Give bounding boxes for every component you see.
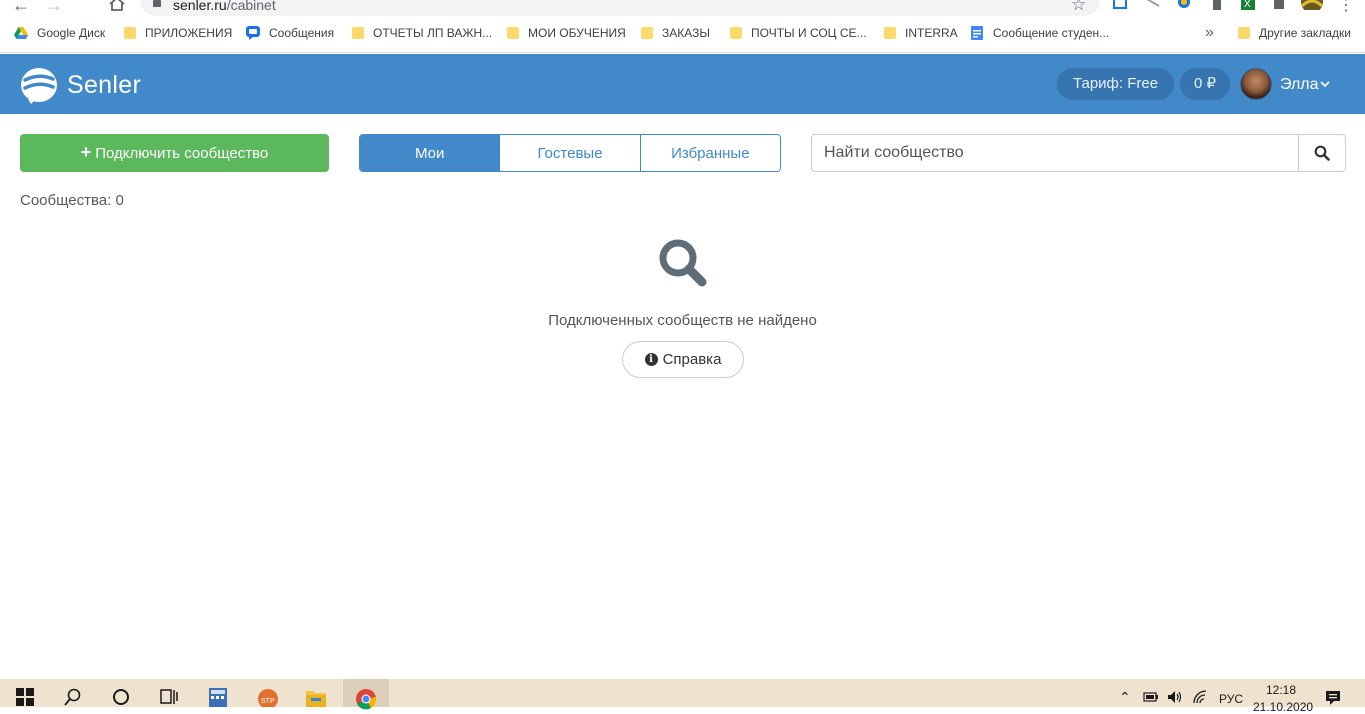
home-icon[interactable] bbox=[108, 0, 126, 16]
clock-time[interactable]: 12:18 bbox=[1266, 683, 1296, 697]
search-button[interactable] bbox=[1298, 135, 1345, 171]
folder-icon bbox=[124, 27, 136, 39]
bookmark-learning-folder[interactable]: МОИ ОБУЧЕНИЯ bbox=[507, 26, 626, 40]
search-input[interactable] bbox=[812, 135, 1298, 171]
tab-mine[interactable]: Мои bbox=[360, 135, 500, 171]
bookmark-messages[interactable]: Сообщения bbox=[246, 26, 334, 40]
bookmark-extension-icon[interactable] bbox=[1209, 0, 1225, 10]
help-button[interactable]: i Справка bbox=[622, 341, 744, 378]
extension-arrow-icon[interactable] bbox=[1145, 0, 1161, 10]
battery-icon[interactable] bbox=[1143, 691, 1159, 703]
tab-guest[interactable]: Гостевые bbox=[499, 135, 640, 171]
bookmarks-bar: Google Диск ПРИЛОЖЕНИЯ Сообщения ОТЧЕТЫ … bbox=[0, 18, 1365, 53]
notifications-icon[interactable] bbox=[1325, 690, 1341, 706]
clock-date[interactable]: 21.10.2020 bbox=[1253, 700, 1313, 714]
bookmark-label: Сообщения bbox=[269, 26, 335, 40]
media-player-app-icon[interactable]: STP bbox=[256, 679, 280, 707]
bookmark-label: МОИ ОБУЧЕНИЯ bbox=[528, 26, 626, 40]
back-arrow-icon[interactable]: ← bbox=[12, 0, 30, 16]
address-bar[interactable] bbox=[140, 0, 1100, 16]
bookmark-label: Google Диск bbox=[37, 26, 106, 40]
browser-menu-icon[interactable]: ⋮ bbox=[1338, 0, 1354, 15]
bookmark-label: ЗАКАЗЫ bbox=[662, 26, 710, 40]
senler-logo-icon[interactable] bbox=[20, 66, 58, 104]
language-indicator[interactable]: РУС bbox=[1219, 692, 1243, 706]
folder-icon bbox=[641, 27, 653, 39]
url-path: /cabinet bbox=[226, 0, 276, 13]
community-tabs: Мои Гостевые Избранные bbox=[359, 134, 781, 172]
bookmark-apps-folder[interactable]: ПРИЛОЖЕНИЯ bbox=[124, 26, 232, 40]
community-search bbox=[811, 134, 1346, 172]
bookmark-label: ПРИЛОЖЕНИЯ bbox=[145, 26, 233, 40]
lock-icon bbox=[153, 0, 161, 7]
google-docs-icon bbox=[971, 26, 983, 40]
chrome-app-icon[interactable] bbox=[353, 679, 379, 710]
bookmark-reports-folder[interactable]: ОТЧЕТЫ ЛП ВАЖН... bbox=[352, 26, 492, 40]
vpn-extension-icon[interactable] bbox=[1176, 0, 1192, 10]
folder-icon bbox=[352, 27, 364, 39]
help-label: Справка bbox=[662, 351, 722, 368]
bookmark-google-drive[interactable]: Google Диск bbox=[14, 26, 105, 40]
network-icon[interactable] bbox=[1192, 690, 1208, 704]
address-url[interactable]: senler.ru/cabinet bbox=[173, 0, 276, 13]
user-avatar[interactable] bbox=[1240, 68, 1272, 100]
calculator-app-icon[interactable] bbox=[206, 679, 230, 707]
tariff-button[interactable]: Тариф: Free bbox=[1057, 68, 1175, 100]
task-view-icon[interactable] bbox=[158, 679, 180, 707]
windows-taskbar: STP ⌃ РУС 12:18 21.10.2020 bbox=[0, 679, 1365, 714]
balance-button[interactable]: 0 ₽ bbox=[1180, 68, 1231, 100]
google-drive-icon bbox=[14, 27, 28, 39]
tray-expand-icon[interactable]: ⌃ bbox=[1119, 689, 1131, 706]
bookmarks-overflow-button[interactable]: » bbox=[1205, 24, 1214, 42]
folder-icon bbox=[884, 27, 896, 39]
file-explorer-app-icon[interactable] bbox=[304, 679, 328, 707]
bookmark-label: ПОЧТЫ И СОЦ СЕ... bbox=[751, 26, 867, 40]
svg-text:STP: STP bbox=[261, 698, 275, 705]
profile-avatar-icon[interactable] bbox=[1300, 0, 1324, 10]
chat-icon bbox=[246, 26, 260, 40]
windows-start-icon[interactable] bbox=[14, 679, 36, 707]
bookmark-star-icon[interactable]: ☆ bbox=[1071, 0, 1086, 15]
bookmark-label: ОТЧЕТЫ ЛП ВАЖН... bbox=[373, 26, 493, 40]
search-icon bbox=[1314, 145, 1330, 161]
puzzle-extensions-icon[interactable] bbox=[1271, 0, 1287, 10]
url-host: senler.ru bbox=[173, 0, 227, 13]
plus-icon: + bbox=[80, 141, 92, 162]
user-name[interactable]: Элла bbox=[1280, 76, 1319, 94]
volume-icon[interactable] bbox=[1167, 690, 1183, 704]
bookmark-other-folder[interactable]: Другие закладки bbox=[1238, 26, 1351, 40]
bookmark-interra-folder[interactable]: INTERRA bbox=[884, 26, 958, 40]
chevron-down-icon[interactable] bbox=[1320, 75, 1330, 91]
cortana-icon[interactable] bbox=[110, 679, 132, 707]
connect-community-button[interactable]: + Подключить сообщество bbox=[20, 134, 329, 172]
excel-extension-icon[interactable]: X bbox=[1240, 0, 1256, 10]
bookmark-label: INTERRA bbox=[905, 26, 958, 40]
magnifier-icon bbox=[659, 239, 707, 287]
tab-favorites[interactable]: Избранные bbox=[639, 135, 780, 171]
taskbar-search-icon[interactable] bbox=[62, 679, 84, 707]
logo-text[interactable]: Senler bbox=[67, 71, 141, 100]
browser-toolbar: ← → senler.ru/cabinet ☆ X ⋮ bbox=[0, 0, 1365, 18]
svg-text:X: X bbox=[1244, 0, 1251, 10]
info-icon: i bbox=[644, 353, 658, 366]
bookmark-label: Сообщение студен... bbox=[993, 26, 1110, 40]
folder-icon bbox=[730, 27, 742, 39]
communities-count: Сообщества: 0 bbox=[20, 192, 124, 209]
forward-arrow-icon[interactable]: → bbox=[45, 0, 63, 16]
bookmark-mail-folder[interactable]: ПОЧТЫ И СОЦ СЕ... bbox=[730, 26, 867, 40]
bookmark-student-message[interactable]: Сообщение студен... bbox=[970, 26, 1109, 40]
screenshot-extension-icon[interactable] bbox=[1112, 0, 1128, 10]
empty-state-message: Подключенных сообществ не найдено bbox=[548, 312, 817, 329]
connect-community-label: Подключить сообщество bbox=[95, 144, 269, 162]
folder-icon bbox=[1238, 27, 1250, 39]
folder-icon bbox=[507, 27, 519, 39]
bookmark-label: Другие закладки bbox=[1259, 26, 1351, 40]
app-header: Senler Тариф: Free 0 ₽ Элла bbox=[0, 54, 1365, 114]
bookmark-orders-folder[interactable]: ЗАКАЗЫ bbox=[641, 26, 710, 40]
